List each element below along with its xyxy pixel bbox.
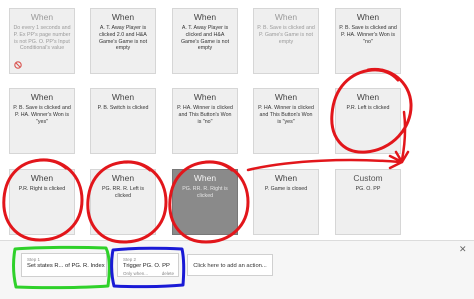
- event-card-description: Do every 1 seconds and P. Ex PP's page n…: [13, 25, 71, 52]
- event-card-description: P. B. Save is clicked and P. Game's Game…: [257, 25, 315, 45]
- event-card[interactable]: When P. B. Switch is clicked: [90, 88, 156, 154]
- event-card-selected[interactable]: When PG. RR. R. Right is clicked: [172, 169, 238, 235]
- event-card[interactable]: When P. HA. Winner is clicked and This B…: [172, 88, 238, 154]
- event-card-title: When: [30, 12, 54, 22]
- event-card-title: When: [111, 173, 135, 183]
- event-card-description: P. B. Save is clicked and P. HA. Winner'…: [13, 105, 71, 125]
- step-1-action[interactable]: Step 1 Set states R... of PG. R. Index: [21, 253, 107, 277]
- delete-step-link[interactable]: delete: [162, 271, 174, 276]
- event-card[interactable]: When PG. RR. R. Left is clicked: [90, 169, 156, 235]
- red-arrow-annotation: [400, 110, 407, 162]
- event-card-title: When: [356, 92, 380, 102]
- event-card-description: A. T. Away Player is clicked 2.0 and H&A…: [98, 25, 148, 52]
- event-card-description: P. HA. Winner is clicked and This Button…: [258, 105, 314, 125]
- event-card-description: P.R. Right is clicked: [18, 186, 66, 192]
- event-card[interactable]: When P.R. Left is clicked: [335, 88, 401, 154]
- event-card[interactable]: When P. B. Save is clicked and P. Game's…: [253, 8, 319, 74]
- event-card-title: When: [193, 12, 217, 22]
- event-card-title: When: [193, 92, 217, 102]
- event-card-title: When: [274, 12, 298, 22]
- event-card[interactable]: When P. B. Save is clicked and P. HA. Wi…: [9, 88, 75, 154]
- event-card-title: When: [30, 92, 54, 102]
- event-card-description: P. B. Save is clicked and P. HA. Winner'…: [339, 25, 397, 45]
- event-card-description: PG. RR. R. Left is clicked: [101, 186, 145, 199]
- step-condition: Only when...: [123, 271, 149, 276]
- event-card-description: P. Game is closed: [264, 186, 308, 192]
- event-card-title: When: [274, 92, 298, 102]
- red-arrow-annotation: [388, 154, 404, 170]
- event-card[interactable]: When P.R. Right is clicked: [9, 169, 75, 235]
- event-card-description: A. T. Away Player is clicked and H&A Gam…: [180, 25, 230, 52]
- event-card[interactable]: When A. T. Away Player is clicked 2.0 an…: [90, 8, 156, 74]
- event-card-title: When: [356, 12, 380, 22]
- step-2-action[interactable]: Step 2 Trigger PG. O. PP Only when... de…: [117, 253, 179, 277]
- event-card-title: When: [274, 173, 298, 183]
- event-card-description: P.R. Left is clicked: [346, 105, 390, 111]
- event-card[interactable]: When P. HA. Winner is clicked and This B…: [253, 88, 319, 154]
- event-card[interactable]: When P. B. Save is clicked and P. HA. Wi…: [335, 8, 401, 74]
- close-icon[interactable]: ✕: [459, 245, 467, 254]
- step-text: Trigger PG. O. PP: [123, 263, 170, 269]
- event-card-description: PG. O. PP: [355, 186, 381, 192]
- event-card-title: When: [193, 173, 217, 183]
- event-card-title: Custom: [353, 173, 383, 183]
- step-label: Step 1: [27, 257, 41, 262]
- disabled-icon: [14, 61, 22, 69]
- event-card-title: When: [30, 173, 54, 183]
- event-card[interactable]: When Do every 1 seconds and P. Ex PP's p…: [9, 8, 75, 74]
- event-card-description: P. HA. Winner is clicked and This Button…: [177, 105, 233, 125]
- add-action-button[interactable]: Click here to add an action...: [187, 254, 273, 276]
- event-card[interactable]: When A. T. Away Player is clicked and H&…: [172, 8, 238, 74]
- event-card-description: P. B. Switch is clicked: [97, 105, 149, 111]
- event-card-description: PG. RR. R. Right is clicked: [182, 186, 228, 199]
- step-label: Step 2: [123, 257, 137, 262]
- event-card[interactable]: When P. Game is closed: [253, 169, 319, 235]
- step-text: Set states R... of PG. R. Index: [27, 263, 105, 269]
- event-card-title: When: [111, 12, 135, 22]
- custom-event-card[interactable]: Custom PG. O. PP: [335, 169, 401, 235]
- event-card-title: When: [111, 92, 135, 102]
